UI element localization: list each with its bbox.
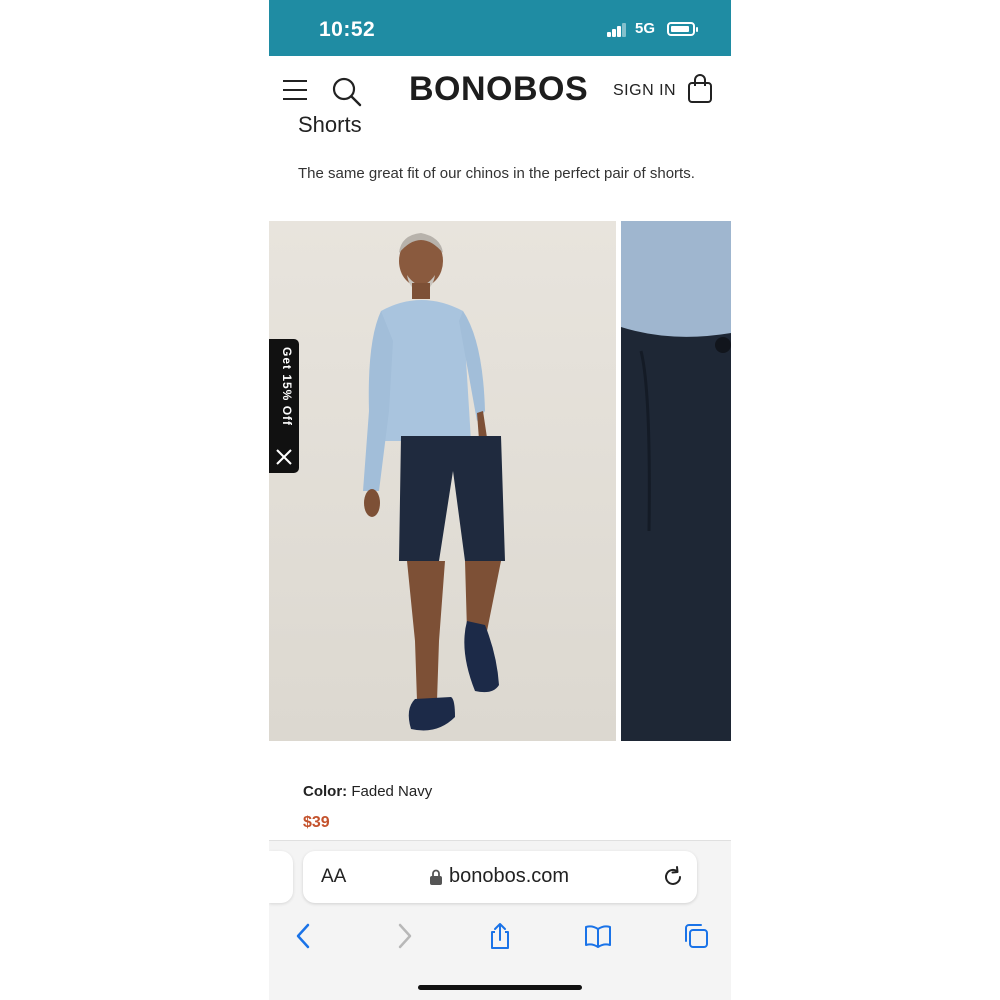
color-selection: Color: Faded Navy <box>303 783 432 800</box>
previous-tab-preview[interactable] <box>269 851 293 903</box>
forward-icon[interactable] <box>389 921 419 951</box>
reload-icon[interactable] <box>661 865 685 889</box>
bookmarks-icon[interactable] <box>583 921 613 951</box>
lock-icon <box>430 869 442 885</box>
search-icon[interactable] <box>331 76 363 108</box>
product-description: The same great fit of our chinos in the … <box>298 165 695 182</box>
home-indicator[interactable] <box>418 985 582 990</box>
url-text[interactable]: bonobos.com <box>449 865 569 888</box>
color-value: Faded Navy <box>351 783 433 800</box>
product-price: $39 <box>303 814 330 831</box>
browser-toolbar: AA bonobos.com <box>269 840 731 1000</box>
product-title: Shorts <box>298 112 362 137</box>
product-image-secondary[interactable] <box>621 221 731 741</box>
color-label: Color: <box>303 783 348 800</box>
status-time: 10:52 <box>319 18 376 41</box>
text-size-button[interactable]: AA <box>321 866 346 888</box>
tabs-icon[interactable] <box>681 921 711 951</box>
phone-screen: 10:52 5G BONOBOS SIGN IN Shorts The same… <box>269 0 731 1000</box>
network-type: 5G <box>635 20 656 37</box>
menu-icon[interactable] <box>283 80 307 100</box>
address-bar[interactable]: AA bonobos.com <box>303 851 697 903</box>
battery-icon <box>667 22 698 36</box>
close-icon[interactable] <box>274 447 294 467</box>
text-size-label: AA <box>321 866 347 887</box>
discount-promo-tab[interactable]: Get 15% Off <box>269 339 299 473</box>
shopping-bag-icon[interactable] <box>687 74 713 104</box>
share-icon[interactable] <box>485 921 515 951</box>
back-icon[interactable] <box>289 921 319 951</box>
status-bar: 10:52 5G <box>269 0 731 56</box>
sign-in-link[interactable]: SIGN IN <box>613 82 676 100</box>
brand-logo[interactable]: BONOBOS <box>409 70 588 109</box>
promo-label[interactable]: Get 15% Off <box>272 347 294 437</box>
signal-icon <box>607 23 627 37</box>
product-image-main[interactable] <box>269 221 616 741</box>
